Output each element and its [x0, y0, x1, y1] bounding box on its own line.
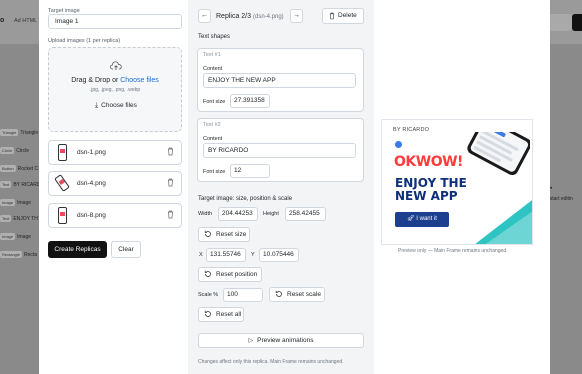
text-shapes-label: Text shapes	[198, 34, 231, 40]
text-number: Text #2	[203, 122, 221, 128]
target-image-select[interactable]: Image 1	[48, 14, 182, 29]
preview-cta-button: 🚀︎ I want it	[395, 212, 449, 227]
rocket-icon: 🚀︎	[407, 216, 415, 222]
width-input[interactable]: 204.44253	[218, 207, 258, 221]
upload-label: Upload images (1 per replica)	[48, 38, 121, 44]
layer-item: Button Rocket C	[0, 165, 39, 172]
app-logo: o	[0, 17, 5, 24]
file-item: dsn-8.png	[48, 203, 182, 228]
layer-item: Image Image	[0, 233, 32, 240]
file-name: dsn-8.png	[77, 212, 106, 219]
content-input[interactable]: BY RICARDO	[203, 143, 356, 158]
play-icon: ▷	[248, 338, 254, 344]
arrow-right-icon: →	[293, 12, 300, 19]
replica-footnote: Changes affect only this replica. Main F…	[198, 359, 344, 365]
phone-image	[467, 132, 530, 176]
upload-cloud-icon	[110, 61, 122, 70]
font-size-input[interactable]: 27.391358	[230, 94, 270, 108]
layer-item: Image Image	[0, 199, 32, 206]
preview-headline: ENJOY THE NEW APP	[395, 176, 467, 203]
choose-files-link[interactable]: Choose files	[120, 77, 159, 84]
file-thumbnail	[58, 207, 67, 224]
preview-animations-button[interactable]: ▷ Preview animations	[198, 333, 364, 348]
export-button	[572, 14, 582, 31]
height-input[interactable]: 258.42455	[285, 207, 326, 221]
scale-input[interactable]: 100	[223, 288, 263, 302]
target-image-section-label: Target image: size, position & scale	[198, 196, 293, 202]
width-label: Width	[198, 211, 213, 217]
reset-icon	[204, 230, 211, 237]
file-name: dsn-1.png	[77, 149, 106, 156]
preview-logo-image: OKWOW!	[394, 154, 463, 170]
preview-circle	[395, 141, 402, 148]
reset-icon	[204, 310, 211, 317]
replica-preview: BY RICARDO OKWOW! ENJOY THE NEW APP 🚀︎ I…	[381, 119, 533, 245]
layer-item: Circle Circle	[0, 147, 30, 154]
clear-button[interactable]: Clear	[111, 241, 141, 258]
trash-icon[interactable]	[167, 210, 174, 219]
trash-icon[interactable]	[167, 147, 174, 156]
file-item: dsn-4.png	[48, 171, 182, 196]
choose-files-button[interactable]: ⤓ Choose files	[86, 99, 146, 113]
file-item: dsn-1.png	[48, 140, 182, 165]
reset-icon	[204, 270, 211, 277]
preview-note: Preview only — Main Frame remains unchan…	[398, 248, 508, 254]
font-size-label: Font size	[203, 99, 226, 105]
arrow-left-icon: ←	[201, 12, 208, 19]
height-label: Height	[263, 211, 279, 217]
reset-position-button[interactable]: Reset position	[198, 267, 262, 282]
reset-size-button[interactable]: Reset size	[198, 227, 250, 242]
y-input[interactable]: 10.075446	[259, 248, 299, 262]
dropzone-title: Drag & Drop or Choose files	[71, 77, 159, 84]
reset-all-button[interactable]: Reset all	[198, 307, 244, 322]
delete-replica-button[interactable]: Delete	[322, 8, 364, 24]
content-label: Content	[203, 136, 223, 142]
content-label: Content	[203, 66, 223, 72]
reset-icon	[275, 290, 282, 297]
text-number: Text #1	[203, 52, 221, 58]
layer-item: Triangle Triangle	[0, 129, 39, 136]
scale-label: Scale %	[198, 292, 219, 298]
layer-item: Text ENJOY TH	[0, 215, 38, 222]
x-input[interactable]: 131.55746	[206, 248, 246, 262]
preview-byline: BY RICARDO	[393, 127, 430, 133]
x-label: X	[199, 252, 203, 258]
font-size-input[interactable]: 12	[230, 164, 270, 178]
create-replicas-button[interactable]: Create Replicas	[48, 241, 107, 258]
file-thumbnail	[58, 144, 67, 161]
font-size-label: Font size	[203, 169, 226, 175]
trash-icon	[329, 12, 335, 20]
reset-scale-button[interactable]: Reset scale	[269, 287, 325, 302]
trash-icon[interactable]	[167, 178, 174, 187]
file-name: dsn-4.png	[77, 180, 106, 187]
file-thumbnail	[54, 174, 70, 192]
prev-replica-button[interactable]: ←	[198, 9, 211, 23]
text-shape-card: Text #2 Content BY RICARDO Font size 12	[197, 118, 364, 182]
y-label: Y	[251, 252, 255, 258]
text-shape-card: Text #1 Content ENJOY THE NEW APP Font s…	[197, 48, 364, 112]
upload-icon: ⤓	[95, 102, 99, 109]
app-tab: Ad HTML	[14, 18, 38, 24]
layer-item: Rectangle Recta	[0, 251, 38, 258]
content-input[interactable]: ENJOY THE NEW APP	[203, 73, 356, 88]
dropzone-formats: .jpg, .jpeg, .png, .webp	[89, 87, 141, 93]
replica-title: Replica 2/3 (dsn-4.png)	[216, 13, 284, 20]
layer-item: Text BY RICARD	[0, 181, 41, 188]
upload-dropzone[interactable]: Drag & Drop or Choose files .jpg, .jpeg,…	[48, 47, 182, 132]
next-replica-button[interactable]: →	[290, 9, 303, 23]
